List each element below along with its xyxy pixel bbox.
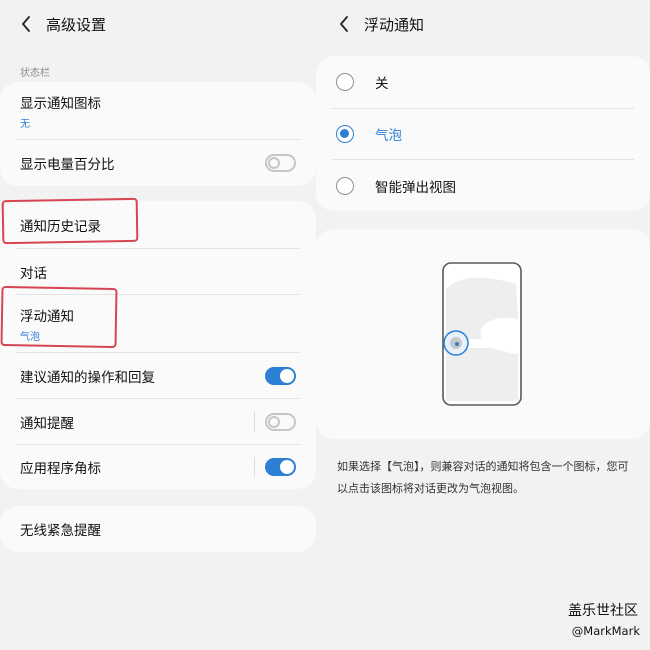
conversations-item[interactable]: 对话 (0, 249, 316, 294)
floating-notifications-panel: 浮动通知 关 气泡 智能弹出视图 如果选择【气泡】，则兼容对话的通知将包含一个图… (316, 0, 650, 650)
wireless-emergency-alerts-item[interactable]: 无线紧急提醒 (0, 506, 316, 552)
back-button[interactable] (14, 12, 38, 36)
item-title: 无线紧急提醒 (20, 523, 101, 539)
radio-button-icon[interactable] (336, 176, 354, 195)
item-title: 通知历史记录 (20, 218, 101, 235)
radio-button-icon[interactable] (336, 125, 354, 143)
item-title: 浮动通知 (20, 308, 74, 325)
notification-reminders-toggle[interactable] (265, 412, 296, 431)
item-title: 显示通知图标 (20, 95, 101, 112)
toggle-knob (280, 368, 294, 383)
app-icon-badges-toggle[interactable] (265, 458, 296, 476)
item-subtitle: 气泡 (20, 331, 40, 343)
vertical-divider (254, 411, 255, 432)
battery-percentage-item[interactable]: 显示电量百分比 (0, 140, 316, 186)
toggle-knob (268, 157, 280, 169)
status-bar-card: 显示通知图标 无 显示电量百分比 (0, 82, 316, 186)
floating-options-card: 关 气泡 智能弹出视图 (316, 56, 650, 211)
item-title: 通知提醒 (20, 415, 74, 432)
item-title: 建议通知的操作和回复 (20, 369, 155, 386)
header: 高级设置 (0, 0, 325, 48)
notification-settings-card: 通知历史记录 对话 浮动通知 气泡 建议通知的操作和回复 通知提醒 应用程序角标 (0, 201, 316, 489)
toggle-knob (280, 460, 294, 474)
item-subtitle: 无 (20, 118, 30, 130)
option-bubbles[interactable]: 气泡 (316, 109, 650, 159)
suggest-actions-replies-item[interactable]: 建议通知的操作和回复 (0, 353, 316, 398)
radio-button-icon[interactable] (336, 73, 354, 91)
item-title: 显示电量百分比 (20, 157, 115, 173)
floating-notifications-item[interactable]: 浮动通知 气泡 (0, 295, 316, 352)
chevron-left-icon (339, 16, 348, 32)
notification-reminders-item[interactable]: 通知提醒 (0, 399, 316, 444)
option-label: 关 (375, 76, 389, 92)
advanced-settings-panel: 高级设置 状态栏 显示通知图标 无 显示电量百分比 通知历史记录 对话 浮动通知… (0, 0, 325, 650)
notification-history-item[interactable]: 通知历史记录 (0, 201, 316, 248)
show-notification-icons-item[interactable]: 显示通知图标 无 (0, 82, 316, 139)
option-off[interactable]: 关 (316, 56, 650, 108)
item-title: 应用程序角标 (20, 461, 101, 477)
page-title: 高级设置 (46, 15, 107, 34)
page-title: 浮动通知 (364, 15, 425, 34)
section-label-status-bar: 状态栏 (20, 68, 50, 79)
app-icon-badges-item[interactable]: 应用程序角标 (0, 445, 316, 489)
header: 浮动通知 (316, 0, 650, 48)
battery-percentage-toggle[interactable] (265, 154, 296, 172)
phone-bubble-illustration (442, 262, 522, 406)
watermark-community: 盖乐世社区 (568, 603, 638, 619)
option-label: 气泡 (375, 128, 402, 144)
chevron-left-icon (21, 16, 30, 32)
watermark-author: @MarkMark (571, 624, 640, 638)
back-button[interactable] (332, 12, 356, 36)
item-title: 对话 (20, 265, 47, 282)
option-label: 智能弹出视图 (375, 179, 456, 196)
vertical-divider (254, 457, 255, 477)
suggest-actions-toggle[interactable] (265, 366, 296, 385)
preview-card (316, 229, 650, 439)
toggle-knob (268, 415, 280, 428)
description-text: 如果选择【气泡】，则兼容对话的通知将包含一个图标，您可以点击该图标将对话更改为气… (337, 460, 629, 495)
option-smart-popup[interactable]: 智能弹出视图 (316, 160, 650, 211)
emergency-alerts-card: 无线紧急提醒 (0, 506, 316, 552)
